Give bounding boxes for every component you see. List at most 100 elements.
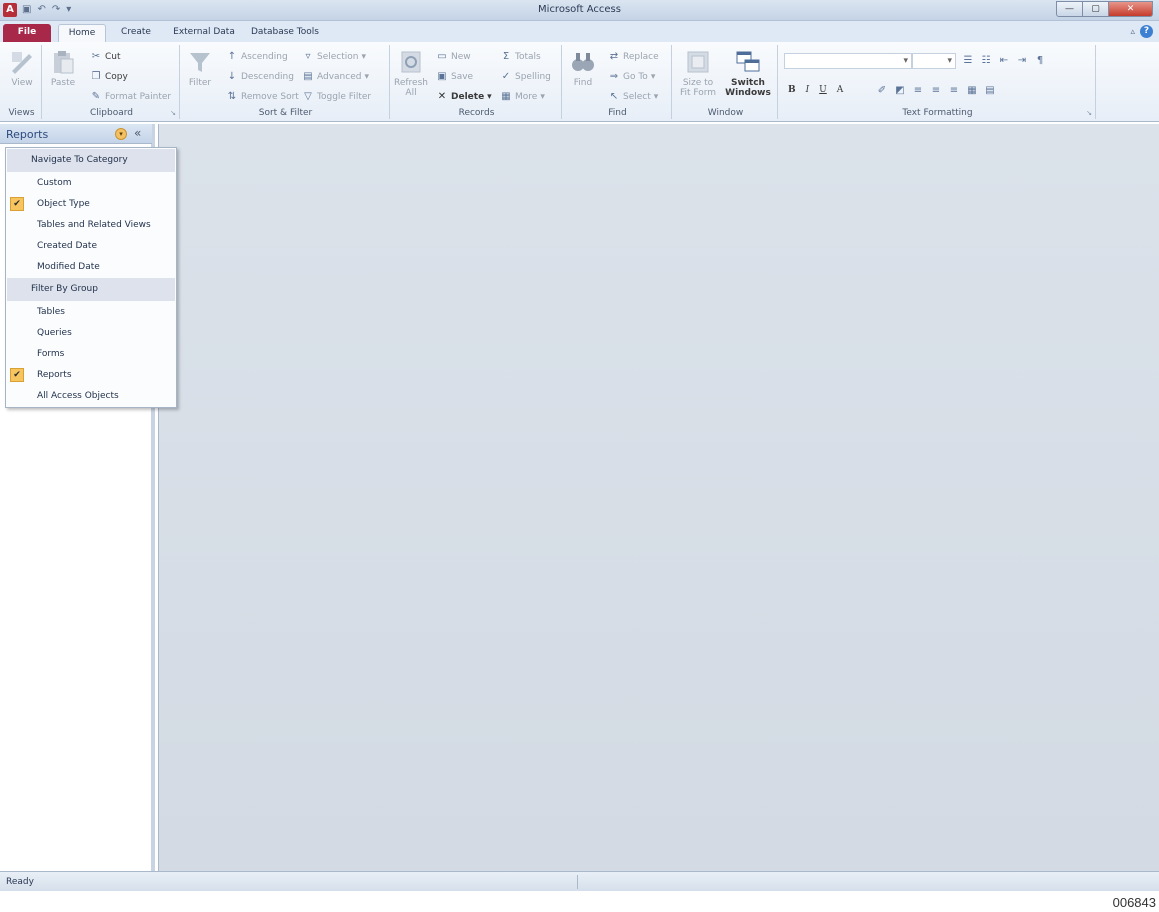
close-button[interactable]: ✕: [1109, 1, 1153, 17]
chevron-down-icon: ▾: [903, 56, 908, 66]
bold-button[interactable]: B: [788, 85, 796, 95]
sort-filter-group-label: Sort & Filter: [258, 108, 313, 118]
decrease-indent-icon[interactable]: ⇤: [998, 55, 1010, 67]
paste-button[interactable]: Paste: [48, 49, 78, 88]
italic-button[interactable]: I: [806, 85, 810, 95]
font-size-dropdown[interactable]: ▾: [912, 53, 956, 69]
alignment-controls: ✐ ◩ ≡ ≡ ≡ ▦ ▤: [876, 85, 996, 97]
menu-item-modified-date[interactable]: Modified Date: [7, 257, 175, 277]
switch-windows-button[interactable]: Switch Windows: [722, 49, 774, 98]
selection-button[interactable]: ▿ Selection ▾: [302, 51, 366, 63]
advanced-button[interactable]: ▤ Advanced ▾: [302, 71, 369, 83]
window-group: Size to Fit Form Switch Windows Window: [674, 45, 778, 119]
menu-item-forms[interactable]: Forms: [7, 344, 175, 364]
save-record-button[interactable]: ▣ Save: [436, 71, 473, 83]
spelling-icon: ✓: [501, 71, 511, 82]
ascending-button[interactable]: ↑ Ascending: [226, 51, 288, 63]
minimize-button[interactable]: —: [1056, 1, 1083, 17]
copy-icon: ❐: [91, 71, 101, 82]
menu-item-queries[interactable]: Queries: [7, 323, 175, 343]
select-button[interactable]: ↖ Select ▾: [608, 91, 659, 103]
more-button[interactable]: ▦ More ▾: [500, 91, 545, 103]
paragraph-direction-icon[interactable]: ¶: [1034, 55, 1046, 67]
maximize-button[interactable]: ▢: [1083, 1, 1109, 17]
arrow-right-icon: ⇒: [609, 71, 619, 82]
align-center-icon[interactable]: ≡: [930, 85, 942, 97]
goto-button[interactable]: ⇒ Go To ▾: [608, 71, 656, 83]
menu-item-all-access-objects[interactable]: All Access Objects: [7, 386, 175, 406]
menu-item-created-date[interactable]: Created Date: [7, 236, 175, 256]
nav-category-menu: Navigate To Category Custom ✔ Object Type…: [5, 147, 177, 408]
tab-home[interactable]: Home: [58, 24, 106, 42]
scissors-icon: ✂: [91, 51, 101, 62]
menu-item-reports[interactable]: ✔ Reports: [7, 365, 175, 385]
checkmark-icon: ✔: [10, 368, 24, 382]
spelling-button[interactable]: ✓ Spelling: [500, 71, 551, 83]
font-color-button[interactable]: A: [837, 85, 844, 95]
underline-button[interactable]: U: [819, 85, 827, 95]
remove-sort-button[interactable]: ⇅ Remove Sort: [226, 91, 299, 103]
text-formatting-group-label: Text Formatting: [902, 108, 973, 118]
minimize-ribbon-icon[interactable]: ▵: [1130, 27, 1135, 37]
window-controls: — ▢ ✕: [1056, 1, 1153, 17]
new-record-button[interactable]: ▭ New: [436, 51, 470, 63]
clipboard-group-label: Clipboard: [90, 108, 133, 118]
align-right-icon[interactable]: ≡: [948, 85, 960, 97]
sort-filter-group: Filter ↑ Ascending ↓ Descending ⇅ Remove So…: [182, 45, 390, 119]
ribbon: View Views Paste ✂ Cut ❐ Copy ✎ Format Pain…: [0, 42, 1159, 122]
fill-color-icon[interactable]: ◩: [894, 85, 906, 97]
ribbon-right-controls: ▵ ?: [1130, 25, 1153, 38]
paste-icon: [54, 51, 74, 74]
totals-button[interactable]: Σ Totals: [500, 51, 541, 63]
remove-sort-icon: ⇅: [227, 91, 237, 102]
view-button[interactable]: View: [6, 49, 38, 88]
gridlines-icon[interactable]: ▦: [966, 85, 978, 97]
highlight-icon[interactable]: ✐: [876, 85, 888, 97]
save-record-icon: ▣: [437, 71, 447, 82]
tab-external-data[interactable]: External Data: [168, 24, 240, 42]
window-title: Microsoft Access: [538, 4, 621, 15]
tab-create[interactable]: Create: [112, 24, 160, 42]
shutter-bar-collapse-icon[interactable]: «: [134, 126, 141, 140]
alternate-row-color-icon[interactable]: ▤: [984, 85, 996, 97]
increase-indent-icon[interactable]: ⇥: [1016, 55, 1028, 67]
copy-button[interactable]: ❐ Copy: [90, 71, 128, 83]
nav-pane-header[interactable]: Reports ▾ «: [0, 124, 152, 144]
more-icon: ▦: [501, 91, 511, 102]
toggle-filter-icon: ▽: [304, 91, 312, 102]
ribbon-tabs: File Home Create External Data Database …: [0, 21, 1159, 42]
cut-button[interactable]: ✂ Cut: [90, 51, 121, 63]
nav-menu-dropdown-icon[interactable]: ▾: [115, 128, 127, 140]
delete-record-button[interactable]: ✕ Delete ▾: [436, 91, 492, 103]
menu-item-custom[interactable]: Custom: [7, 173, 175, 193]
refresh-all-button[interactable]: Refresh All: [394, 49, 428, 98]
tab-database-tools[interactable]: Database Tools: [244, 24, 326, 42]
font-name-dropdown[interactable]: ▾: [784, 53, 912, 69]
numbering-icon[interactable]: ☷: [980, 55, 992, 67]
text-formatting-launcher-icon[interactable]: ↘: [1086, 109, 1092, 117]
align-left-icon[interactable]: ≡: [912, 85, 924, 97]
menu-item-object-type[interactable]: ✔ Object Type: [7, 194, 175, 214]
help-icon[interactable]: ?: [1140, 25, 1153, 38]
tab-file[interactable]: File: [3, 24, 51, 42]
replace-button[interactable]: ⇄ Replace: [608, 51, 659, 63]
selection-filter-icon: ▿: [305, 51, 311, 62]
menu-item-tables-related-views[interactable]: Tables and Related Views: [7, 215, 175, 235]
find-group-label: Find: [608, 108, 627, 118]
nav-pane-title[interactable]: Reports: [6, 128, 48, 141]
filter-button[interactable]: Filter: [186, 49, 214, 88]
replace-icon: ⇄: [609, 51, 619, 62]
advanced-filter-icon: ▤: [303, 71, 313, 82]
toggle-filter-button[interactable]: ▽ Toggle Filter: [302, 91, 371, 103]
clipboard-launcher-icon[interactable]: ↘: [170, 109, 176, 117]
checkmark-icon: ✔: [10, 197, 24, 211]
list-indent-controls: ☰ ☷ ⇤ ⇥ ¶: [962, 55, 1046, 67]
descending-button[interactable]: ↓ Descending: [226, 71, 294, 83]
format-painter-button[interactable]: ✎ Format Painter: [90, 91, 171, 103]
records-group-label: Records: [458, 108, 495, 118]
menu-item-tables[interactable]: Tables: [7, 302, 175, 322]
find-button[interactable]: Find: [568, 49, 598, 88]
bullets-icon[interactable]: ☰: [962, 55, 974, 67]
refresh-icon: [401, 51, 421, 73]
size-to-fit-form-button[interactable]: Size to Fit Form: [676, 49, 720, 98]
